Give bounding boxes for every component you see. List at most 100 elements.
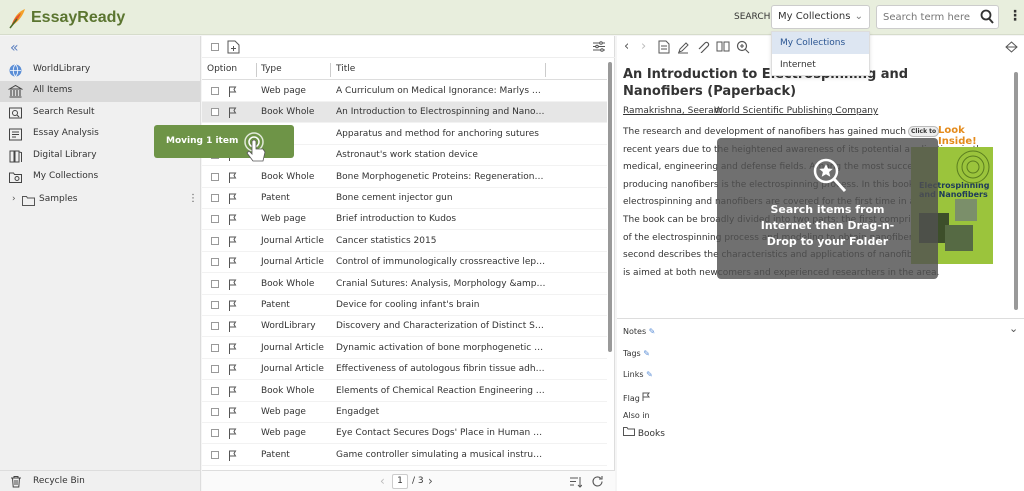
table-row[interactable]: Web page Eye Contact Secures Dogs' Place … — [202, 423, 607, 445]
citation-icon[interactable] — [658, 40, 670, 54]
row-checkbox[interactable] — [211, 408, 219, 416]
item-publisher-link[interactable]: World Scientific Publishing Company — [714, 106, 878, 116]
collapse-sidebar-icon[interactable]: « — [10, 40, 19, 56]
table-row[interactable]: Web page Engadget — [202, 402, 607, 423]
item-author-link[interactable]: Ramakrishna, Seeram — [623, 106, 722, 116]
table-row[interactable]: Patent Device for cooling infant's brain — [202, 295, 607, 316]
flag-icon[interactable] — [228, 428, 237, 440]
sidebar-folder-samples[interactable]: › Samples ⋮ — [0, 191, 200, 211]
row-checkbox[interactable] — [211, 236, 219, 245]
column-divider[interactable] — [545, 63, 546, 77]
column-divider[interactable] — [330, 63, 331, 77]
flag-icon[interactable] — [228, 107, 237, 119]
back-icon[interactable]: ‹ — [624, 39, 629, 54]
column-header-title[interactable]: Title — [336, 64, 355, 74]
table-row[interactable]: WordLibrary Discovery and Characterizatio… — [202, 316, 607, 338]
reader-icon[interactable] — [716, 40, 730, 53]
attachment-icon[interactable] — [696, 41, 710, 53]
column-header-type[interactable]: Type — [261, 64, 282, 74]
folder-more-icon[interactable]: ⋮ — [188, 193, 198, 204]
sidebar-item-all-items[interactable]: All Items — [0, 81, 200, 102]
flag-icon[interactable] — [228, 257, 237, 269]
pencil-icon[interactable]: ✎ — [646, 370, 653, 379]
row-checkbox[interactable] — [211, 386, 219, 395]
links-field[interactable]: Links ✎ — [623, 370, 653, 379]
notes-field[interactable]: Notes ✎ — [623, 327, 655, 336]
flag-icon[interactable] — [228, 407, 237, 418]
row-checkbox[interactable] — [211, 365, 219, 374]
table-row[interactable]: Patent Bone cement injector gun — [202, 188, 607, 209]
list-header: Option Type Title — [202, 60, 607, 80]
sidebar-item-recycle-bin[interactable]: Recycle Bin — [0, 470, 200, 491]
pencil-icon[interactable]: ✎ — [643, 349, 650, 358]
row-checkbox[interactable] — [211, 194, 219, 202]
edit-icon[interactable] — [677, 40, 689, 54]
flag-icon[interactable] — [228, 321, 237, 333]
flag-field[interactable]: Flag — [623, 392, 651, 403]
table-row[interactable]: Book Whole An Introduction to Electrospin… — [202, 102, 607, 124]
prev-page-icon[interactable]: ‹ — [380, 474, 385, 488]
table-row[interactable]: Book Whole Elements of Chemical Reaction … — [202, 381, 607, 402]
column-divider[interactable] — [256, 63, 257, 77]
flag-icon[interactable] — [228, 386, 237, 397]
also-in-folder[interactable]: Books — [623, 427, 665, 439]
filter-settings-icon[interactable] — [593, 41, 605, 52]
row-checkbox[interactable] — [211, 258, 219, 267]
chevron-right-icon[interactable]: › — [12, 194, 16, 204]
select-all-checkbox[interactable] — [211, 43, 219, 51]
detail-scrollbar[interactable] — [1014, 72, 1018, 310]
refresh-icon[interactable] — [591, 475, 604, 488]
search-icon[interactable] — [980, 9, 994, 25]
more-menu-icon[interactable]: ⋮ — [1008, 9, 1022, 25]
flag-icon[interactable] — [228, 279, 237, 290]
sidebar-item-my-collections[interactable]: My Collections — [0, 167, 200, 188]
table-row[interactable]: Web page A Curriculum on Medical Ignoranc… — [202, 81, 607, 102]
row-checkbox[interactable] — [211, 108, 219, 117]
row-checkbox[interactable] — [211, 301, 219, 309]
flag-icon[interactable] — [228, 300, 237, 311]
table-row[interactable]: Journal Article Dynamic activation of bon… — [202, 338, 607, 359]
list-scrollbar[interactable] — [608, 62, 612, 352]
logo[interactable]: EssayReady — [8, 7, 125, 29]
row-checkbox[interactable] — [211, 343, 219, 352]
table-row[interactable]: Journal Article Effectiveness of autologo… — [202, 359, 607, 381]
scope-option-my-collections[interactable]: My Collections — [772, 32, 869, 54]
flag-icon[interactable] — [228, 236, 237, 247]
add-item-icon[interactable] — [227, 40, 240, 54]
chevron-down-icon[interactable]: ⌄ — [1009, 322, 1018, 335]
flag-icon[interactable] — [228, 450, 237, 461]
scope-option-internet[interactable]: Internet — [772, 54, 869, 76]
row-checkbox[interactable] — [211, 429, 219, 438]
table-row[interactable]: Journal Article Cancer statistics 2015 — [202, 231, 607, 252]
flag-icon[interactable] — [228, 193, 237, 204]
row-checkbox[interactable] — [211, 450, 219, 459]
sidebar-item-search-result[interactable]: Search Result — [0, 103, 200, 124]
table-row[interactable]: Web page Brief introduction to Kudos — [202, 209, 607, 231]
sort-icon[interactable] — [569, 476, 582, 488]
column-header-option[interactable]: Option — [207, 64, 237, 74]
sidebar-item-worldlibrary[interactable]: WorldLibrary — [0, 60, 200, 81]
row-checkbox[interactable] — [211, 87, 219, 95]
pencil-icon[interactable]: ✎ — [649, 327, 656, 336]
flag-icon[interactable] — [228, 172, 237, 183]
zoom-icon[interactable] — [736, 40, 750, 54]
flag-icon[interactable] — [228, 364, 237, 376]
next-page-icon[interactable]: › — [428, 474, 433, 488]
row-checkbox[interactable] — [211, 322, 219, 331]
forward-icon[interactable]: › — [641, 39, 646, 54]
flag-icon[interactable] — [228, 214, 237, 226]
table-row[interactable]: Book Whole Bone Morphogenetic Proteins: R… — [202, 167, 607, 188]
tags-field[interactable]: Tags ✎ — [623, 349, 650, 358]
table-row[interactable]: Journal Article Control of immunologicall… — [202, 252, 607, 274]
expand-collapse-icon[interactable] — [1005, 41, 1018, 53]
search-scope-select[interactable]: My Collections ⌄ — [771, 5, 870, 29]
row-checkbox[interactable] — [211, 172, 219, 181]
flag-icon[interactable] — [228, 343, 237, 354]
flag-icon[interactable] — [228, 86, 237, 97]
page-number-input[interactable]: 1 — [392, 474, 408, 489]
row-checkbox[interactable] — [211, 279, 219, 288]
table-row[interactable]: Book Whole Cranial Sutures: Analysis, Mor… — [202, 274, 607, 295]
table-row[interactable]: Patent Game controller simulating a music… — [202, 445, 607, 466]
row-checkbox[interactable] — [211, 215, 219, 224]
flag-icon[interactable] — [642, 392, 651, 401]
